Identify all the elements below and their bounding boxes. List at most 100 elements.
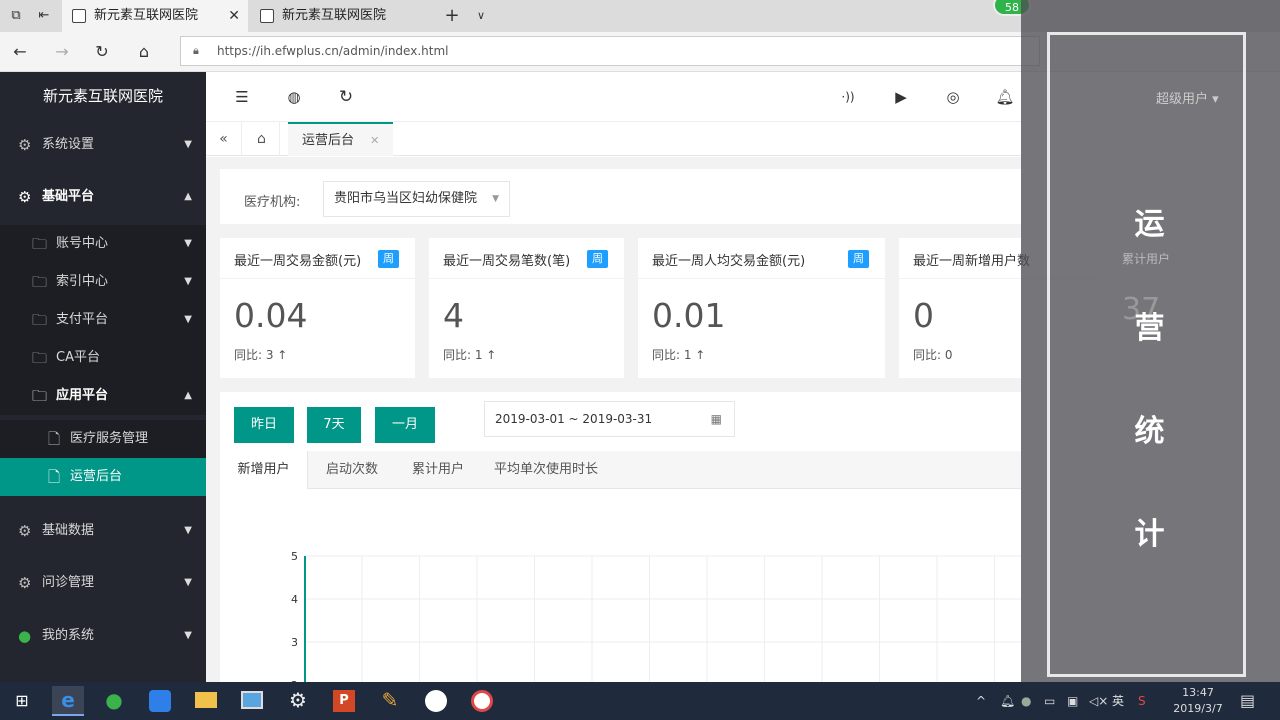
notes-app-icon[interactable] <box>144 686 176 716</box>
tab-total-users[interactable]: 累计用户 <box>396 451 480 489</box>
refresh-icon[interactable]: ↻ <box>333 84 359 110</box>
one-month-button[interactable]: 一月 <box>375 407 435 443</box>
stat-card: 最近一周人均交易金额(元) 周 0.01 同比: 1 ↑ <box>638 238 885 378</box>
folder-icon: 🗀 <box>32 311 48 329</box>
new-users-chart: 5432 <box>291 550 1021 682</box>
volume-icon[interactable]: ◁× <box>1089 682 1108 720</box>
folder-icon: 🗀 <box>32 273 48 291</box>
url-input[interactable]: 🔒︎ https://ih.efwplus.cn/admin/index.htm… <box>180 36 1040 66</box>
theme-icon[interactable]: ◎ <box>940 84 966 110</box>
file-explorer-icon[interactable] <box>190 686 222 716</box>
sidebar-item-medical-service[interactable]: 🗋 医疗服务管理 <box>0 420 206 458</box>
page-icon <box>260 9 274 23</box>
tab-launch-count[interactable]: 启动次数 <box>308 451 396 489</box>
y-tick-label: 3 <box>291 636 298 649</box>
overlay-caption-frame: 运 营 统 计 <box>1047 32 1246 677</box>
forward-icon[interactable]: → <box>50 40 74 64</box>
sidebar-item-my-system[interactable]: ● 我的系统 ▼ <box>0 614 206 658</box>
divider <box>429 278 624 279</box>
chart-card: 5432 <box>220 489 1021 682</box>
caption-char: 营 <box>1134 311 1165 346</box>
globe-icon[interactable]: ◍ <box>281 84 307 110</box>
clock[interactable]: 13:47 2019/3/7 <box>1170 685 1226 717</box>
close-tab-icon[interactable]: ✕ <box>370 134 379 147</box>
wechat-icon: ● <box>18 627 32 645</box>
institution-select[interactable]: 贵阳市乌当区妇幼保健院 ▼ <box>323 181 510 217</box>
sidebar-item-system-settings[interactable]: ⚙ 系统设置 ▼ <box>0 123 206 167</box>
network-icon[interactable]: ▣ <box>1067 682 1078 720</box>
stat-value: 4 <box>443 296 464 335</box>
clock-time: 13:47 <box>1182 686 1214 699</box>
sidebar-item-consultation[interactable]: ⚙ 问诊管理 ▼ <box>0 561 206 605</box>
home-icon[interactable]: ⌂ <box>132 40 156 64</box>
tab-avg-duration[interactable]: 平均单次使用时长 <box>480 451 612 489</box>
sidebar-item-base-data[interactable]: ⚙ 基础数据 ▼ <box>0 509 206 553</box>
caret-down-icon: ▼ <box>184 314 192 325</box>
input-method-icon[interactable]: S <box>1138 682 1146 720</box>
new-tab-icon[interactable]: + <box>442 6 462 26</box>
seven-days-button[interactable]: 7天 <box>307 407 361 443</box>
browser-tab-2[interactable]: 新元素互联网医院 <box>250 0 436 32</box>
sidebar-item-label: 支付平台 <box>56 312 109 327</box>
wechat-icon[interactable]: ● <box>98 686 130 716</box>
remote-desktop-icon[interactable] <box>236 686 268 716</box>
sidebar-item-label: CA平台 <box>56 350 100 365</box>
sidebar-item-ca-platform[interactable]: 🗀 CA平台 <box>0 339 206 377</box>
windows-taskbar: ⊞ e ● ⚙ P ✎ ^ 🔔︎ ● ▭ ▣ ◁× 英 S 13:47 2019… <box>0 682 1280 720</box>
stat-card: 最近一周交易金额(元) 周 0.04 同比: 3 ↑ <box>220 238 415 378</box>
stat-title: 最近一周交易金额(元) <box>234 254 362 269</box>
institution-value: 贵阳市乌当区妇幼保健院 <box>334 191 478 206</box>
clock-date: 2019/3/7 <box>1173 702 1223 715</box>
stat-value: 0.01 <box>652 296 726 335</box>
main-content: 医疗机构: 贵阳市乌当区妇幼保健院 ▼ 最近一周交易金额(元) 周 0.04 同… <box>206 157 1099 682</box>
page-tab-operations[interactable]: 运营后台 ✕ <box>288 122 394 156</box>
edge-browser-icon[interactable]: e <box>52 686 84 716</box>
ime-indicator[interactable]: 英 <box>1112 682 1124 720</box>
stat-title: 最近一周人均交易金额(元) <box>652 254 806 269</box>
sidebar-item-payment-platform[interactable]: 🗀 支付平台 ▼ <box>0 301 206 339</box>
url-text: https://ih.efwplus.cn/admin/index.html <box>217 44 449 58</box>
caret-down-icon: ▼ <box>184 630 192 641</box>
speaker-icon[interactable]: ·)) <box>835 84 861 110</box>
close-tab-icon[interactable]: ✕ <box>228 0 240 32</box>
sidebar-item-index-center[interactable]: 🗀 索引中心 ▼ <box>0 263 206 301</box>
tray-bell-icon[interactable]: 🔔︎ <box>1000 682 1015 720</box>
caret-down-icon: ▼ <box>184 525 192 536</box>
bell-icon[interactable]: 🔔︎ <box>992 84 1018 110</box>
chart-tabs: 新增用户 启动次数 累计用户 平均单次使用时长 <box>220 451 1021 489</box>
sidebar-item-app-platform[interactable]: 🗀 应用平台 ▲ <box>0 377 206 415</box>
sidebar-item-label: 基础平台 <box>42 189 95 204</box>
tabs-scroll-left-icon[interactable]: « <box>206 122 242 156</box>
video-icon[interactable]: ▶ <box>888 84 914 110</box>
home-icon[interactable]: ⌂ <box>244 122 280 156</box>
refresh-icon[interactable]: ↻ <box>90 40 114 64</box>
tray-expand-icon[interactable]: ^ <box>976 682 986 720</box>
lock-icon: 🔒︎ <box>193 44 199 57</box>
tab-actions-icon[interactable]: ⧉ <box>6 6 26 26</box>
set-aside-tabs-icon[interactable]: ⇤ <box>34 6 54 26</box>
browser-tab-1[interactable]: 新元素互联网医院 ✕ <box>62 0 248 32</box>
paint-icon[interactable]: ✎ <box>374 686 406 716</box>
tab-new-users[interactable]: 新增用户 <box>220 451 308 489</box>
collapse-menu-icon[interactable]: ☰ <box>229 84 255 110</box>
stat-card: 最近一周交易笔数(笔) 周 4 同比: 1 ↑ <box>429 238 624 378</box>
institution-label: 医疗机构: <box>244 195 301 210</box>
sidebar-item-base-platform[interactable]: ⚙ 基础平台 ▲ <box>0 175 206 219</box>
sidebar-item-operations[interactable]: 🗋 运营后台 <box>0 458 206 496</box>
app-circle-icon[interactable] <box>420 686 452 716</box>
gear-icon: ⚙ <box>18 188 32 206</box>
back-icon[interactable]: ← <box>8 40 32 64</box>
windows-start-icon[interactable]: ⊞ <box>6 686 38 716</box>
sidebar-item-label: 问诊管理 <box>42 575 95 590</box>
folder-icon: 🗀 <box>32 387 48 405</box>
yesterday-button[interactable]: 昨日 <box>234 407 294 443</box>
app-red-icon[interactable] <box>466 686 498 716</box>
tray-app-icon[interactable]: ● <box>1021 682 1031 720</box>
caret-down-icon: ▼ <box>184 577 192 588</box>
date-range-input[interactable]: 2019-03-01 ~ 2019-03-31 ▦ <box>484 401 735 437</box>
sidebar-item-account-center[interactable]: 🗀 账号中心 ▼ <box>0 225 206 263</box>
action-center-icon[interactable]: ▤ <box>1240 682 1255 720</box>
tab-list-chevron-icon[interactable]: ∨ <box>471 6 491 26</box>
settings-gear-icon[interactable]: ⚙ <box>282 686 314 716</box>
powerpoint-icon[interactable]: P <box>328 686 360 716</box>
